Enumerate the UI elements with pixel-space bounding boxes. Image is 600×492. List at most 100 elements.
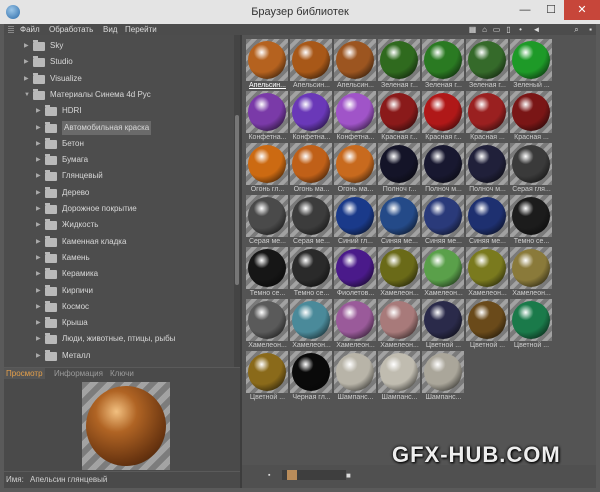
material-tile[interactable]: Цветной ... (510, 299, 553, 351)
search-icon[interactable]: ⌕ (572, 25, 581, 34)
expand-right-icon[interactable]: ▶ (36, 332, 42, 346)
close-button[interactable]: ✕ (564, 0, 600, 20)
material-tile[interactable]: Хамелеон... (246, 299, 289, 351)
view-list-icon[interactable]: ▦ (468, 25, 477, 34)
material-tile[interactable]: Конфетна... (334, 91, 377, 143)
back-icon[interactable]: ◄ (532, 25, 541, 34)
expand-right-icon[interactable]: ▶ (36, 202, 42, 216)
material-tile[interactable]: Темно се... (290, 247, 333, 299)
material-tile[interactable]: Фиолетов... (334, 247, 377, 299)
material-tile[interactable]: Шампанс... (334, 351, 377, 403)
material-tile[interactable]: Красная ... (510, 91, 553, 143)
material-tile[interactable]: Апельсин... (334, 39, 377, 91)
tree-item[interactable]: ▶ Дерево (36, 186, 230, 200)
tree-item[interactable]: ▶ Автомобильная краска (36, 120, 230, 135)
tab-preview[interactable]: Просмотр (4, 368, 45, 379)
menu-file[interactable]: Файл (20, 24, 40, 35)
expand-right-icon[interactable]: ▶ (36, 153, 42, 167)
folder-icon[interactable]: ▭ (492, 25, 501, 34)
tree-item[interactable]: ▶ Studio (24, 55, 230, 69)
tree-item[interactable]: ▼ Материалы Синема 4d Рус (24, 88, 230, 102)
expand-right-icon[interactable]: ▶ (24, 72, 30, 86)
tree-item[interactable]: ▶ Керамика (36, 267, 230, 281)
material-tile[interactable]: Хамелеон... (378, 299, 421, 351)
zoom-slider[interactable] (282, 470, 346, 480)
zoom-small-icon[interactable]: ▪ (268, 472, 278, 480)
material-tile[interactable]: Цветной ... (246, 351, 289, 403)
material-tile[interactable]: Апельсин... (246, 39, 289, 91)
material-tile[interactable]: Синяя ме... (378, 195, 421, 247)
expand-right-icon[interactable]: ▶ (36, 251, 42, 265)
material-tile[interactable]: Огонь ма... (334, 143, 377, 195)
material-tile[interactable]: Серая ме... (246, 195, 289, 247)
menu-process[interactable]: Обработать (49, 24, 93, 35)
menu-go[interactable]: Перейти (125, 24, 157, 35)
tree-item[interactable]: ▶ Visualize (24, 72, 230, 86)
tree-item[interactable]: ▶ Дорожное покрытие (36, 202, 230, 216)
tree-item[interactable]: ▶ Бетон (36, 137, 230, 151)
material-tile[interactable]: Шампанс... (422, 351, 465, 403)
material-tile[interactable]: Красная г... (422, 91, 465, 143)
expand-right-icon[interactable]: ▶ (24, 55, 30, 69)
material-tile[interactable]: Серая гля... (510, 143, 553, 195)
expand-right-icon[interactable]: ▶ (36, 316, 42, 330)
expand-right-icon[interactable]: ▶ (36, 300, 42, 314)
menu-view[interactable]: Вид (103, 24, 117, 35)
expand-right-icon[interactable]: ▶ (36, 186, 42, 200)
maximize-button[interactable]: ☐ (538, 0, 564, 20)
material-tile[interactable]: Полноч м... (466, 143, 509, 195)
material-tile[interactable]: Огонь гл... (246, 143, 289, 195)
material-tile[interactable]: Апельсин... (290, 39, 333, 91)
home-icon[interactable]: ⌂ (480, 25, 489, 34)
tree-item[interactable]: ▶ Камень (36, 251, 230, 265)
expand-right-icon[interactable]: ▶ (36, 235, 42, 249)
tree-item[interactable]: ▶ Бумага (36, 153, 230, 167)
material-tile[interactable]: Зеленый ... (510, 39, 553, 91)
tree-item[interactable]: ▶ Металл (36, 349, 230, 363)
minimize-button[interactable]: — (512, 0, 538, 20)
material-tile[interactable]: Зеленая г... (378, 39, 421, 91)
tree-item[interactable]: ▶ Крыша (36, 316, 230, 330)
expand-right-icon[interactable]: ▶ (36, 104, 42, 118)
material-tile[interactable]: Полноч г... (378, 143, 421, 195)
expand-right-icon[interactable]: ▶ (36, 284, 42, 298)
expand-right-icon[interactable]: ▶ (36, 169, 42, 183)
tree-item[interactable]: ▶ Жидкость (36, 218, 230, 232)
material-tile[interactable]: Хамелеон... (290, 299, 333, 351)
material-tile[interactable]: Зеленая г... (466, 39, 509, 91)
material-tile[interactable]: Конфетна... (290, 91, 333, 143)
tab-keys[interactable]: Ключи (108, 368, 136, 379)
material-tile[interactable]: Зеленая г... (422, 39, 465, 91)
tree-item[interactable]: ▶ Sky (24, 39, 230, 53)
material-tile[interactable]: Синяя ме... (422, 195, 465, 247)
material-tile[interactable]: Хамелеон... (422, 247, 465, 299)
expand-right-icon[interactable]: ▶ (24, 39, 30, 53)
expand-right-icon[interactable]: ▶ (36, 349, 42, 363)
material-tile[interactable]: Хамелеон... (466, 247, 509, 299)
tree-item[interactable]: ▶ Космос (36, 300, 230, 314)
material-tile[interactable]: Красная ... (466, 91, 509, 143)
tree-item[interactable]: ▶ Кирпичи (36, 284, 230, 298)
tree-item[interactable]: ▶ Глянцевый (36, 169, 230, 183)
expand-right-icon[interactable]: ▶ (36, 218, 42, 232)
material-tile[interactable]: Синий гл... (334, 195, 377, 247)
dot-icon[interactable]: • (516, 25, 525, 34)
expand-down-icon[interactable]: ▼ (24, 88, 30, 102)
material-tile[interactable]: Конфетна... (246, 91, 289, 143)
material-tile[interactable]: Шампанс... (378, 351, 421, 403)
zoom-large-icon[interactable]: ■ (346, 471, 356, 481)
expand-right-icon[interactable]: ▶ (36, 121, 42, 135)
material-tile[interactable]: Красная г... (378, 91, 421, 143)
material-tile[interactable]: Хамелеон... (510, 247, 553, 299)
expand-right-icon[interactable]: ▶ (36, 267, 42, 281)
material-tile[interactable]: Хамелеон... (378, 247, 421, 299)
tree-item[interactable]: ▶ Люди, животные, птицы, рыбы (36, 332, 230, 346)
book-icon[interactable]: ▯ (504, 25, 513, 34)
tab-info[interactable]: Информация (52, 368, 105, 379)
material-tile[interactable]: Цветной ... (466, 299, 509, 351)
material-tile[interactable]: Черная гл... (290, 351, 333, 403)
zoom-slider-knob[interactable] (287, 470, 297, 480)
material-tile[interactable]: Цветной ... (422, 299, 465, 351)
material-tile[interactable]: Темно се... (510, 195, 553, 247)
material-tile[interactable]: Темно се... (246, 247, 289, 299)
